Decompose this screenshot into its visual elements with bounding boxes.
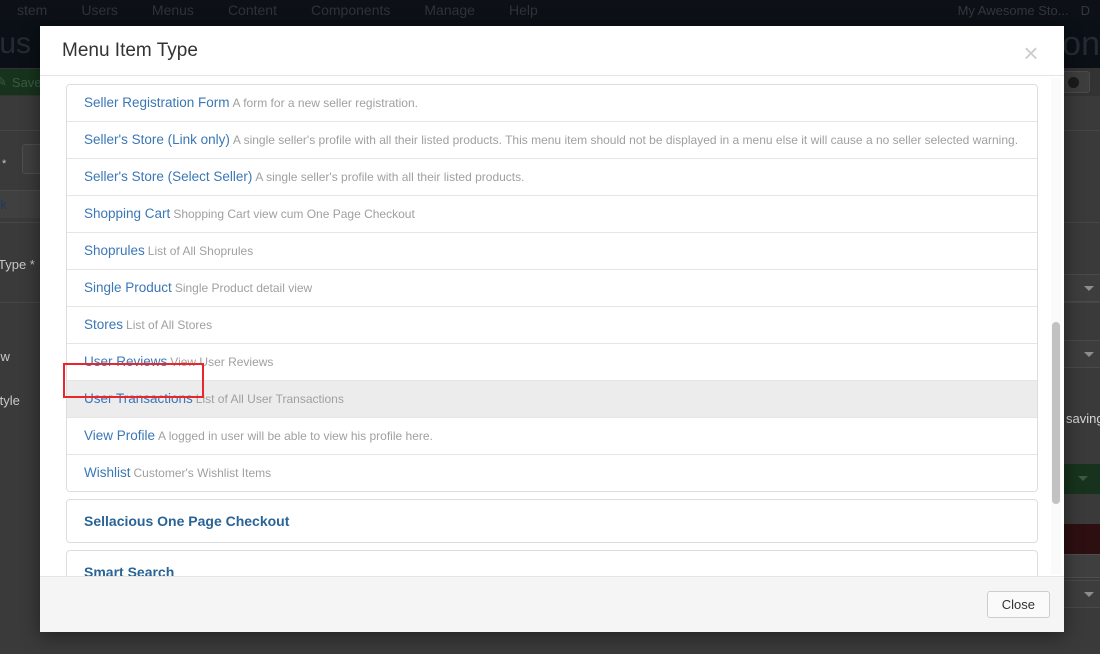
modal-scrollbar-thumb[interactable] bbox=[1052, 322, 1060, 504]
nav-item-menus[interactable]: Menus bbox=[135, 2, 211, 18]
table-row[interactable]: Seller Registration Form A form for a new… bbox=[67, 85, 1037, 122]
menu-item-type-description: A form for a new seller registration. bbox=[232, 96, 418, 110]
background-select-bottom[interactable] bbox=[1060, 580, 1100, 608]
menu-item-type-link[interactable]: Seller's Store (Link only) bbox=[84, 132, 230, 147]
nav-item-system[interactable]: stem bbox=[0, 2, 64, 18]
menu-item-type-modal: Menu Item Type × Seller Registration For… bbox=[40, 26, 1064, 632]
accordion-header[interactable]: Smart Search bbox=[66, 550, 1038, 576]
menu-item-type-description: Customer's Wishlist Items bbox=[133, 466, 272, 480]
menu-item-type-link[interactable]: Seller Registration Form bbox=[84, 95, 230, 110]
modal-scrollbar-track[interactable] bbox=[1051, 78, 1061, 574]
background-page-title: enus bbox=[0, 27, 32, 60]
modal-body: Seller Registration Form A form for a new… bbox=[40, 76, 1064, 576]
background-tab-link[interactable]: Link bbox=[0, 190, 44, 218]
background-label-window: dow bbox=[0, 349, 10, 364]
menu-item-type-description: View User Reviews bbox=[170, 355, 274, 369]
menu-item-type-link[interactable]: User Reviews bbox=[84, 354, 167, 369]
menu-item-type-link[interactable]: User Transactions bbox=[84, 391, 193, 406]
menu-item-type-description: A single seller's profile with all their… bbox=[255, 170, 525, 184]
chevron-down-icon bbox=[1084, 591, 1094, 597]
background-label-type: Type * bbox=[0, 257, 35, 272]
menu-item-type-description: Single Product detail view bbox=[174, 281, 313, 295]
nav-site-name[interactable]: My Awesome Sto... bbox=[952, 3, 1075, 18]
close-icon[interactable]: × bbox=[1016, 38, 1046, 68]
accordion-group: Sellacious One Page Checkout Smart Search bbox=[66, 499, 1038, 576]
table-row[interactable]: Shoprules List of All Shoprules bbox=[67, 233, 1037, 270]
background-label-style: Style bbox=[0, 393, 20, 408]
menu-item-type-link[interactable]: Wishlist bbox=[84, 465, 131, 480]
nav-item-content[interactable]: Content bbox=[211, 2, 294, 18]
background-top-navbar: stem Users Menus Content Components Mana… bbox=[0, 0, 1100, 20]
table-row[interactable]: Shopping Cart Shopping Cart view cum One … bbox=[67, 196, 1037, 233]
background-select-type[interactable] bbox=[1060, 274, 1100, 302]
table-row[interactable]: Stores List of All Stores bbox=[67, 307, 1037, 344]
table-row[interactable]: Seller's Store (Link only) A single selle… bbox=[67, 122, 1037, 159]
menu-item-type-description: A single seller's profile with all their… bbox=[232, 133, 1019, 147]
accordion-header[interactable]: Sellacious One Page Checkout bbox=[66, 499, 1038, 543]
modal-title: Menu Item Type bbox=[62, 39, 198, 61]
chevron-down-icon bbox=[1084, 351, 1094, 357]
globe-icon bbox=[1067, 76, 1079, 88]
nav-item-components[interactable]: Components bbox=[294, 2, 407, 18]
menu-item-type-link[interactable]: Seller's Store (Select Seller) bbox=[84, 169, 252, 184]
menu-item-type-description: Shopping Cart view cum One Page Checkout bbox=[173, 207, 415, 221]
menu-item-type-link[interactable]: Single Product bbox=[84, 280, 172, 295]
background-brand-logo: on bbox=[1062, 24, 1100, 63]
table-row[interactable]: Wishlist Customer's Wishlist Items bbox=[67, 455, 1037, 491]
pencil-icon: ✎ bbox=[0, 74, 7, 89]
background-select-window[interactable] bbox=[1060, 340, 1100, 368]
background-required-marker: * bbox=[2, 158, 7, 170]
close-button[interactable]: Close bbox=[986, 591, 1050, 618]
table-row[interactable]: Single Product Single Product detail view bbox=[67, 270, 1037, 307]
background-status-text: saving bbox=[1066, 411, 1100, 426]
nav-user-menu[interactable]: D bbox=[1075, 3, 1096, 18]
menu-item-type-link[interactable]: Shoprules bbox=[84, 243, 145, 258]
menu-item-type-description: List of All User Transactions bbox=[195, 392, 344, 406]
menu-item-type-link[interactable]: View Profile bbox=[84, 428, 155, 443]
menu-item-type-link[interactable]: Stores bbox=[84, 317, 123, 332]
table-row[interactable]: Seller's Store (Select Seller) A single s… bbox=[67, 159, 1037, 196]
menu-item-type-list: Seller Registration Form A form for a new… bbox=[66, 84, 1038, 492]
menu-item-type-description: List of All Shoprules bbox=[147, 244, 254, 258]
modal-footer: Close bbox=[40, 576, 1064, 632]
modal-header: Menu Item Type × bbox=[40, 26, 1064, 76]
menu-item-type-description: A logged in user will be able to view hi… bbox=[158, 429, 433, 443]
background-save-label: Save bbox=[11, 74, 42, 90]
menu-item-type-link[interactable]: Shopping Cart bbox=[84, 206, 170, 221]
chevron-down-icon bbox=[1084, 285, 1094, 291]
nav-site-name-group: My Awesome Sto... D bbox=[952, 3, 1096, 18]
chevron-down-icon bbox=[1078, 476, 1088, 481]
modal-scroll-area: Seller Registration Form A form for a new… bbox=[40, 76, 1064, 576]
table-row[interactable]: View Profile A logged in user will be abl… bbox=[67, 418, 1037, 455]
nav-item-users[interactable]: Users bbox=[64, 2, 135, 18]
nav-item-manage[interactable]: Manage bbox=[407, 2, 492, 18]
table-row[interactable]: User Transactions List of All User Transa… bbox=[67, 381, 1037, 418]
table-row[interactable]: User Reviews View User Reviews bbox=[67, 344, 1037, 381]
nav-item-help[interactable]: Help bbox=[492, 2, 555, 18]
menu-item-type-description: List of All Stores bbox=[126, 318, 213, 332]
